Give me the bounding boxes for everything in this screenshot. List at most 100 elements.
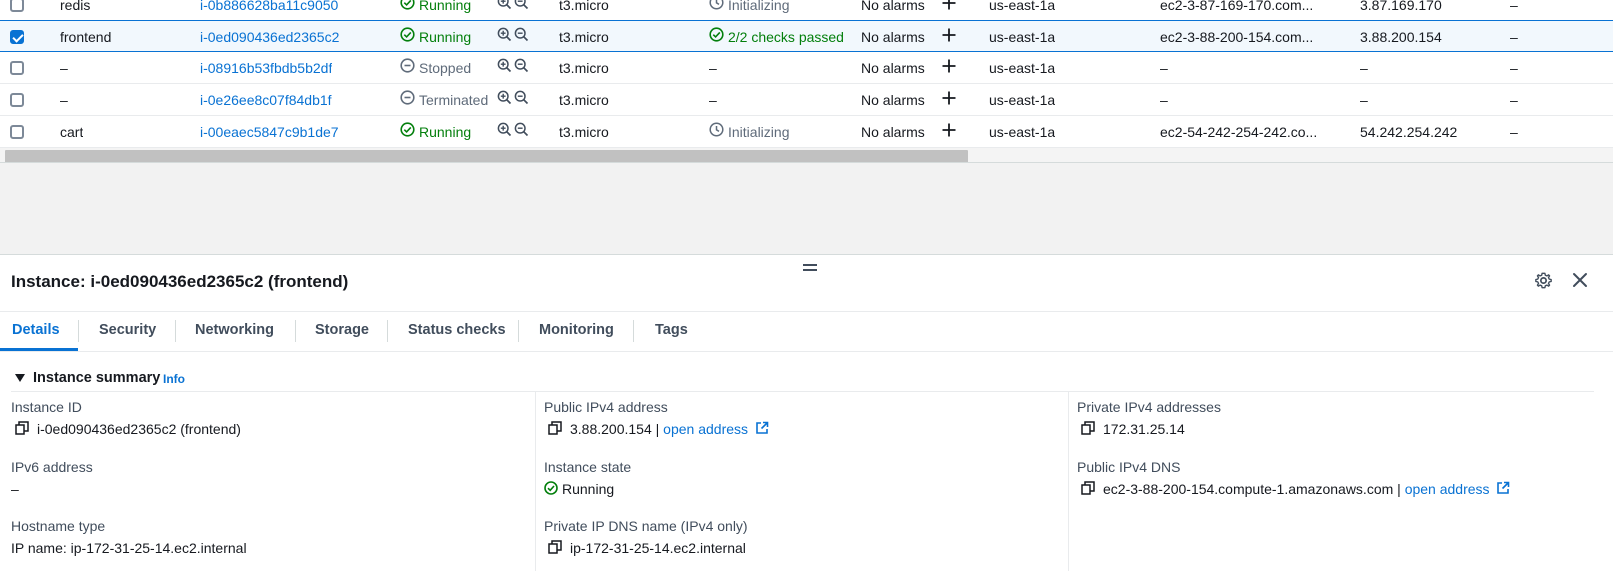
row-checkbox[interactable] <box>10 61 24 75</box>
zoom-controls <box>497 84 533 116</box>
gear-icon[interactable] <box>1535 272 1552 292</box>
public-dns-label: Public IPv4 DNS <box>1077 459 1181 475</box>
add-alarm-icon[interactable] <box>942 0 956 21</box>
instance-type: t3.micro <box>559 124 609 140</box>
tab-networking[interactable]: Networking <box>195 322 274 338</box>
instance-state-text: Running <box>419 0 472 13</box>
instance-state-text: Stopped <box>419 60 472 76</box>
external-link-icon[interactable] <box>755 421 769 438</box>
table-row[interactable]: – i-08916b53fbdb5b2df Stopped t3.micro – No a… <box>0 52 1613 84</box>
instance-state: Running <box>400 21 471 53</box>
add-alarm-icon[interactable] <box>942 116 956 148</box>
table-row[interactable]: cart i-00eaec5847c9b1de7 Running t3.micro In… <box>0 116 1613 148</box>
copy-icon[interactable] <box>15 421 29 438</box>
private-dns-text: ip-172-31-25-14.ec2.internal <box>570 540 746 556</box>
instance-name: – <box>60 60 68 76</box>
column-divider <box>535 392 536 571</box>
drag-handle-icon[interactable] <box>803 261 817 272</box>
copy-icon[interactable] <box>548 421 562 438</box>
caret-down-icon[interactable] <box>15 374 25 382</box>
zoom-out-icon[interactable] <box>514 21 529 53</box>
copy-icon[interactable] <box>548 540 562 557</box>
zoom-out-icon[interactable] <box>514 116 529 148</box>
public-dns: ec2-3-88-200-154.com... <box>1160 29 1314 45</box>
table-row[interactable]: – i-0e26ee8c07f84db1f Terminated t3.micro – N… <box>0 84 1613 116</box>
tab-storage[interactable]: Storage <box>315 322 369 338</box>
table-row[interactable]: frontend i-0ed090436ed2365c2 Running t3.mic… <box>0 20 1613 52</box>
zoom-out-icon[interactable] <box>514 0 529 21</box>
instance-id-link[interactable]: i-08916b53fbdb5b2df <box>200 52 332 84</box>
tab-status-checks[interactable]: Status checks <box>408 322 506 338</box>
zoom-out-icon[interactable] <box>514 84 529 116</box>
public-ipv4-text: 3.88.200.154 <box>570 421 652 437</box>
add-alarm-icon[interactable] <box>942 84 956 116</box>
instance-state: Terminated <box>400 84 488 116</box>
separator: | <box>655 421 660 437</box>
alarm-status: No alarms <box>861 60 925 76</box>
zoom-in-icon[interactable] <box>497 21 512 53</box>
open-address-link[interactable]: open address <box>1405 481 1490 497</box>
split-panel <box>0 254 1613 571</box>
table-panel-gap <box>0 162 1613 254</box>
copy-icon[interactable] <box>1081 421 1095 438</box>
public-ipv4-value: 3.88.200.154 | open address <box>548 421 769 439</box>
zoom-controls <box>497 116 533 148</box>
zoom-in-icon[interactable] <box>497 0 512 21</box>
table-row[interactable]: redis i-0b886628ba11c9050 Running t3.micro I… <box>0 0 1613 21</box>
status-check: Initializing <box>709 0 789 21</box>
info-link[interactable]: Info <box>163 372 185 386</box>
row-checkbox[interactable] <box>10 125 24 139</box>
tab-separator <box>387 320 388 342</box>
open-address-link[interactable]: open address <box>663 421 748 437</box>
copy-icon[interactable] <box>1081 481 1095 498</box>
tab-separator <box>633 320 634 342</box>
zoom-in-icon[interactable] <box>497 116 512 148</box>
add-alarm-icon[interactable] <box>942 21 956 53</box>
public-dns: ec2-54-242-254-242.co... <box>1160 124 1318 140</box>
tab-tags[interactable]: Tags <box>655 322 688 338</box>
panel-title: Instance: i-0ed090436ed2365c2 (frontend) <box>11 272 349 291</box>
public-ipv4: 3.87.169.170 <box>1360 0 1442 13</box>
tabs-top-border <box>0 311 1613 312</box>
status-check-text: 2/2 checks passed <box>728 29 844 45</box>
public-dns: ec2-3-87-169-170.com... <box>1160 0 1314 13</box>
public-dns-text: ec2-3-88-200-154.compute-1.amazonaws.com <box>1103 481 1394 497</box>
zoom-in-icon[interactable] <box>497 84 512 116</box>
stop-circle-icon <box>400 84 415 116</box>
zoom-in-icon[interactable] <box>497 52 512 84</box>
instance-id-link[interactable]: i-0b886628ba11c9050 <box>200 0 338 21</box>
external-link-icon[interactable] <box>1496 481 1510 498</box>
instance-id-link[interactable]: i-0ed090436ed2365c2 <box>200 21 339 53</box>
tab-details[interactable]: Details <box>12 322 60 338</box>
zoom-controls <box>497 52 533 84</box>
instances-table: redis i-0b886628ba11c9050 Running t3.micro I… <box>0 0 1613 160</box>
instance-state-text: Terminated <box>419 92 489 108</box>
add-alarm-icon[interactable] <box>942 52 956 84</box>
tab-separator <box>78 320 79 342</box>
zoom-out-icon[interactable] <box>514 52 529 84</box>
instance-id-link[interactable]: i-0e26ee8c07f84db1f <box>200 84 332 116</box>
row-checkbox[interactable] <box>10 30 24 44</box>
instance-state-text: Running <box>562 481 615 497</box>
instance-id-link[interactable]: i-00eaec5847c9b1de7 <box>200 116 339 148</box>
private-ipv4-label: Private IPv4 addresses <box>1077 399 1221 415</box>
column-divider <box>1068 392 1069 571</box>
instance-id-value: i-0ed090436ed2365c2 (frontend) <box>15 421 241 439</box>
tab-security[interactable]: Security <box>99 322 156 338</box>
section-title[interactable]: Instance summary <box>33 370 160 386</box>
clock-icon <box>709 0 724 21</box>
tab-monitoring[interactable]: Monitoring <box>539 322 614 338</box>
availability-zone: us-east-1a <box>989 60 1056 76</box>
row-checkbox[interactable] <box>10 0 24 12</box>
close-icon[interactable] <box>1572 272 1588 291</box>
instance-type: t3.micro <box>559 60 609 76</box>
extra-column: – <box>1510 92 1518 108</box>
status-check: 2/2 checks passed <box>709 21 844 53</box>
availability-zone: us-east-1a <box>989 92 1056 108</box>
row-checkbox[interactable] <box>10 93 24 107</box>
separator: | <box>1397 481 1401 497</box>
check-circle-icon <box>400 21 415 53</box>
section-divider <box>11 391 1594 392</box>
tabs-bottom-border <box>0 351 1613 352</box>
instance-name: cart <box>60 124 84 140</box>
